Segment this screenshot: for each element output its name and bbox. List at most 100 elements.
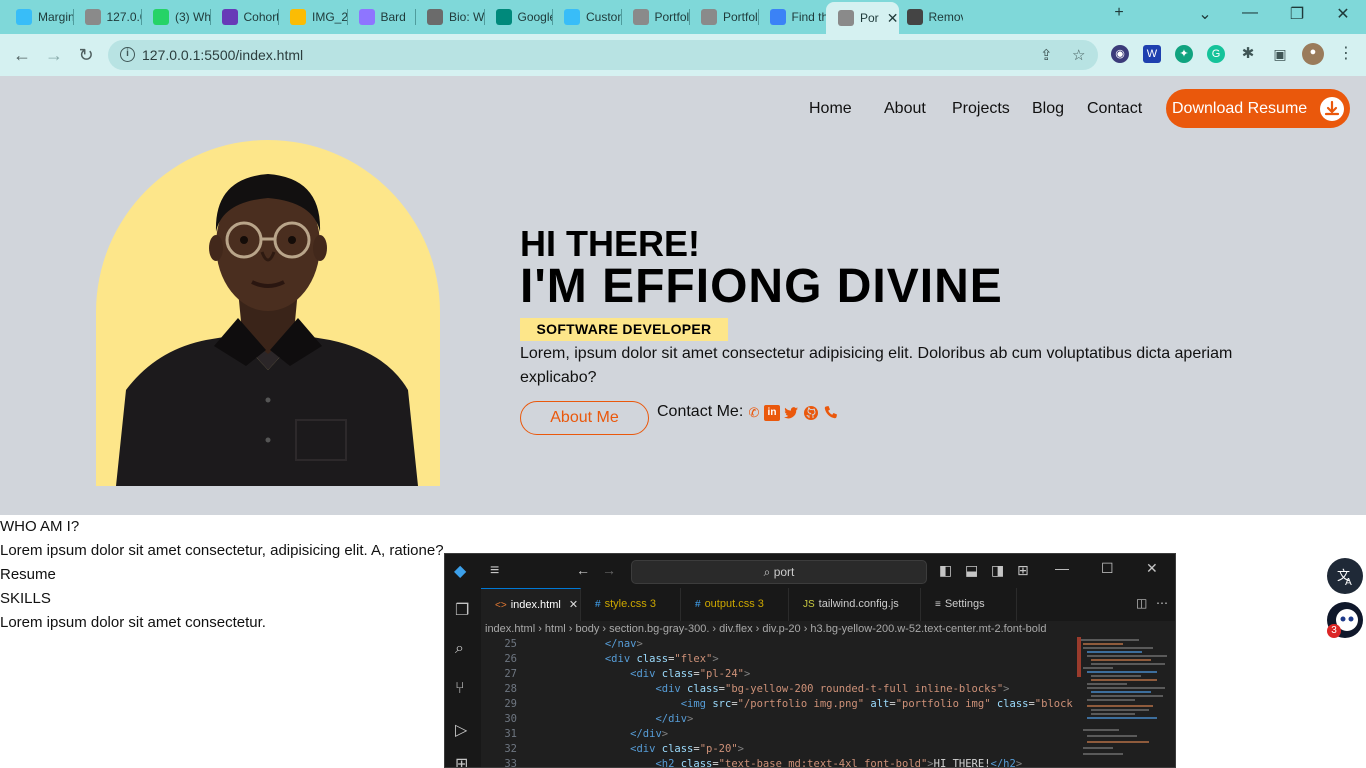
extensions-icon[interactable]: ⊞ — [455, 754, 468, 767]
browser-tab[interactable]: Cohort — [210, 4, 278, 30]
site-info-icon[interactable]: i — [120, 47, 135, 62]
code-text: </div> — [630, 728, 669, 740]
run-debug-icon[interactable]: ▷ — [455, 720, 467, 740]
browser-tab[interactable]: Portfoli — [621, 4, 689, 30]
extension-wappalyzer-icon[interactable]: W — [1143, 45, 1161, 63]
minimize-icon[interactable]: — — [1055, 560, 1069, 576]
form-icon — [221, 9, 238, 25]
download-resume-button[interactable]: Download Resume — [1166, 89, 1350, 128]
diamond-icon — [906, 9, 923, 25]
editor-tab-output-css[interactable]: # output.css 3 — [681, 588, 789, 621]
phone-icon[interactable] — [823, 405, 839, 421]
close-tab-icon[interactable]: ✕ — [569, 599, 578, 611]
nav-blog[interactable]: Blog — [1032, 100, 1064, 118]
drive-icon — [290, 9, 306, 25]
browser-tab[interactable]: Google — [484, 4, 552, 30]
side-panel-icon[interactable]: ▣ — [1271, 45, 1289, 63]
editor-tab-settings[interactable]: ≡ Settings — [921, 588, 1017, 621]
browser-tab-title: Custom — [586, 10, 621, 24]
globe-icon — [632, 9, 649, 25]
nav-back-icon[interactable]: ← — [576, 562, 590, 578]
editor-tab-tailwind-config[interactable]: JS tailwind.config.js — [789, 588, 921, 621]
explorer-icon[interactable]: ❐ — [455, 600, 469, 620]
maximize-icon[interactable]: ☐ — [1101, 560, 1114, 577]
forward-icon[interactable]: → — [42, 44, 66, 66]
search-view-icon[interactable]: ⌕ — [455, 640, 464, 658]
browser-tab[interactable]: Bio: Wo — [415, 4, 484, 30]
browser-tab[interactable]: Margin — [4, 4, 73, 30]
nav-projects[interactable]: Projects — [952, 100, 1010, 118]
code-text: <div class="p-20"> — [630, 743, 744, 755]
browser-tab[interactable]: Bard — [347, 4, 416, 30]
editor-tab-label: tailwind.config.js — [818, 598, 899, 610]
nav-about[interactable]: About — [884, 100, 926, 118]
profile-avatar[interactable]: ● — [1302, 43, 1324, 65]
google-meet-icon — [495, 9, 512, 25]
editor-tab-label: style.css — [604, 598, 647, 610]
source-control-icon[interactable]: ⑂ — [455, 680, 465, 698]
toggle-panel-icon[interactable]: ⬓ — [965, 562, 978, 579]
line-number: 31 — [504, 728, 517, 740]
more-actions-icon[interactable]: ⋯ — [1156, 596, 1168, 610]
twitter-icon[interactable] — [783, 405, 799, 421]
vscode-window[interactable]: ◆ ≡ ← → ⌕ port ◧ ⬓ ◨ ⊞ — ☐ ✕ ❐ ⌕ ⑂ ▷ ⊞ <… — [444, 553, 1176, 768]
extension-chatgpt-icon[interactable]: ✦ — [1175, 45, 1193, 63]
browser-tab[interactable]: Por ✕ — [826, 2, 899, 34]
editor-tab-label: Settings — [944, 598, 985, 610]
linkedin-icon[interactable]: in — [764, 405, 780, 421]
minimize-icon[interactable]: — — [1238, 4, 1262, 22]
line-number: 32 — [504, 743, 517, 755]
toggle-secondary-sidebar-icon[interactable]: ◨ — [991, 562, 1004, 579]
editor-tab-style-css[interactable]: # style.css 3 — [581, 588, 681, 621]
code-editor[interactable]: 25 </nav> 26 <div class="flex"> 27 <div cl… — [481, 637, 1079, 768]
toggle-sidebar-icon[interactable]: ◧ — [939, 562, 952, 579]
split-editor-icon[interactable]: ◫ — [1136, 596, 1147, 610]
code-text: <h2 class="text-base md:text-4xl font-bo… — [655, 758, 1023, 768]
problem-count-badge: 3 — [757, 598, 764, 610]
code-text: </div> — [655, 713, 694, 725]
browser-tab[interactable]: Custom — [552, 4, 621, 30]
share-icon[interactable]: ⇪ — [1040, 46, 1053, 64]
download-icon — [1320, 97, 1344, 121]
contact-label: Contact Me: — [657, 403, 744, 420]
menu-kebab-icon[interactable]: ⋮ — [1337, 45, 1355, 63]
assistant-bubble-button[interactable]: 3 — [1327, 602, 1363, 638]
code-text: <div class="pl-24"> — [630, 668, 751, 680]
close-window-icon[interactable]: ✕ — [1146, 560, 1158, 577]
html-file-icon: <> — [495, 600, 507, 611]
hamburger-menu-icon[interactable]: ≡ — [490, 562, 499, 580]
extension-ghost-icon[interactable]: ◉ — [1111, 45, 1129, 63]
minimap[interactable] — [1077, 637, 1175, 767]
about-me-button[interactable]: About Me — [520, 401, 649, 435]
editor-tab-index-html[interactable]: <> index.html ✕ — [481, 588, 581, 621]
restore-icon[interactable]: ❐ — [1285, 4, 1309, 24]
browser-tab[interactable]: IMG_20 — [278, 4, 347, 30]
whatsapp-icon — [153, 9, 169, 25]
line-number: 30 — [504, 713, 517, 725]
close-window-icon[interactable]: ✕ — [1331, 4, 1355, 24]
tab-search-icon[interactable]: ⌄ — [1193, 4, 1217, 24]
nav-forward-icon[interactable]: → — [602, 562, 616, 578]
browser-tab[interactable]: (3) Wha — [141, 4, 210, 30]
browser-tab[interactable]: Portfol — [689, 4, 758, 30]
extension-grammarly-icon[interactable]: G — [1207, 45, 1225, 63]
browser-tab-title: Bio: Wo — [449, 10, 484, 24]
translate-button[interactable]: 文A — [1327, 558, 1363, 594]
github-icon[interactable] — [803, 405, 819, 421]
extensions-puzzle-icon[interactable]: ✱ — [1239, 45, 1257, 63]
browser-tab[interactable]: Remov — [895, 4, 963, 30]
browser-tab[interactable]: 127.0.0 — [73, 4, 141, 30]
reload-icon[interactable]: ↻ — [74, 44, 98, 66]
bookmark-star-icon[interactable]: ☆ — [1072, 46, 1085, 64]
command-center-search[interactable]: ⌕ port — [631, 560, 927, 584]
back-icon[interactable]: ← — [10, 44, 34, 66]
new-tab-icon[interactable]: + — [1107, 4, 1131, 22]
customize-layout-icon[interactable]: ⊞ — [1017, 562, 1029, 579]
browser-tab[interactable]: Find th — [758, 4, 826, 30]
code-text: </nav> — [604, 638, 643, 650]
breadcrumb[interactable]: index.html › html › body › section.bg-gr… — [481, 621, 1175, 637]
nav-home[interactable]: Home — [809, 100, 852, 118]
address-bar[interactable]: i 127.0.0.1:5500/index.html ⇪ ☆ — [108, 40, 1098, 70]
whatsapp-icon[interactable]: ✆ — [746, 405, 762, 421]
nav-contact[interactable]: Contact — [1087, 100, 1142, 118]
